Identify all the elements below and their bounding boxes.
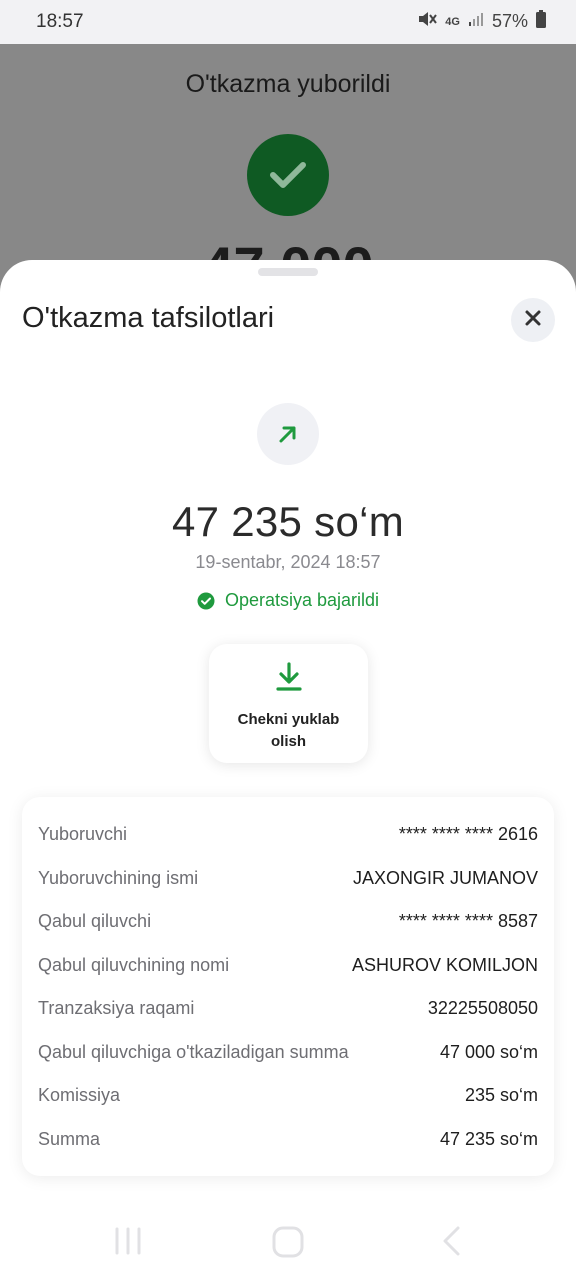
back-button[interactable] — [440, 1226, 462, 1261]
detail-row-commission: Komissiya 235 so‘m — [38, 1073, 538, 1117]
operation-status: Operatsiya bajarildi — [0, 590, 576, 611]
battery-percent: 57% — [491, 11, 528, 31]
signal-icon — [468, 11, 484, 32]
system-navigation-bar — [0, 1200, 576, 1280]
download-receipt-button[interactable]: Chekni yuklab olish — [209, 644, 368, 763]
status-text: Operatsiya bajarildi — [224, 590, 380, 610]
battery-icon — [536, 10, 546, 33]
home-button[interactable] — [272, 1226, 304, 1263]
close-button[interactable] — [511, 298, 555, 342]
detail-value: **** **** **** 2616 — [398, 823, 538, 844]
detail-value: **** **** **** 8587 — [398, 910, 538, 931]
detail-label: Summa — [38, 1128, 101, 1149]
background-title: O'tkazma yuborildi — [185, 70, 391, 98]
detail-value: ASHUROV KOMILJON — [351, 954, 538, 975]
success-check-icon — [247, 134, 329, 216]
detail-value: JAXONGIR JUMANOV — [352, 867, 538, 888]
detail-value: 32225508050 — [427, 997, 538, 1018]
detail-row-sender: Yuboruvchi **** **** **** 2616 — [38, 812, 538, 856]
detail-row-recipient: Qabul qiluvchi **** **** **** 8587 — [38, 899, 538, 943]
mute-icon — [417, 10, 438, 33]
sheet-title: O'tkazma tafsilotlari — [22, 302, 275, 334]
detail-value: 235 so‘m — [464, 1084, 538, 1105]
check-circle-icon — [197, 592, 215, 610]
status-time: 18:57 — [36, 11, 84, 32]
status-bar: 18:57 4G 57% — [0, 0, 576, 44]
detail-label: Qabul qiluvchining nomi — [38, 954, 230, 975]
transfer-amount: 47 235 so‘m — [171, 498, 405, 545]
detail-label: Yuboruvchi — [38, 823, 128, 844]
detail-row-recipient-amount: Qabul qiluvchiga o'tkaziladigan summa 47… — [38, 1030, 538, 1074]
detail-label: Tranzaksiya raqami — [38, 997, 195, 1018]
download-receipt-label: Chekni yuklab olish — [237, 711, 340, 750]
detail-row-transaction-id: Tranzaksiya raqami 32225508050 — [38, 986, 538, 1030]
detail-row-total: Summa 47 235 so‘m — [38, 1117, 538, 1161]
close-icon — [524, 309, 542, 332]
download-icon — [275, 662, 302, 697]
detail-label: Qabul qiluvchiga o'tkaziladigan summa — [38, 1041, 349, 1062]
detail-value: 47 235 so‘m — [439, 1128, 538, 1149]
details-card: Yuboruvchi **** **** **** 2616 Yuboruvch… — [22, 797, 554, 1176]
transfer-date: 19-sentabr, 2024 18:57 — [195, 552, 381, 572]
detail-value: 47 000 so‘m — [439, 1041, 538, 1062]
network-type: 4G — [445, 15, 460, 28]
recent-apps-button[interactable] — [113, 1226, 143, 1261]
outgoing-arrow-icon — [257, 403, 319, 465]
detail-row-sender-name: Yuboruvchining ismi JAXONGIR JUMANOV — [38, 856, 538, 900]
detail-row-recipient-name: Qabul qiluvchining nomi ASHUROV KOMILJON — [38, 943, 538, 987]
sheet-drag-handle[interactable] — [258, 268, 318, 276]
status-icons: 4G 57% — [417, 10, 546, 33]
detail-label: Qabul qiluvchi — [38, 910, 152, 931]
detail-label: Yuboruvchining ismi — [38, 867, 199, 888]
transfer-details-sheet: O'tkazma tafsilotlari 47 235 so‘m 19-sen… — [0, 260, 576, 1280]
detail-label: Komissiya — [38, 1084, 121, 1105]
